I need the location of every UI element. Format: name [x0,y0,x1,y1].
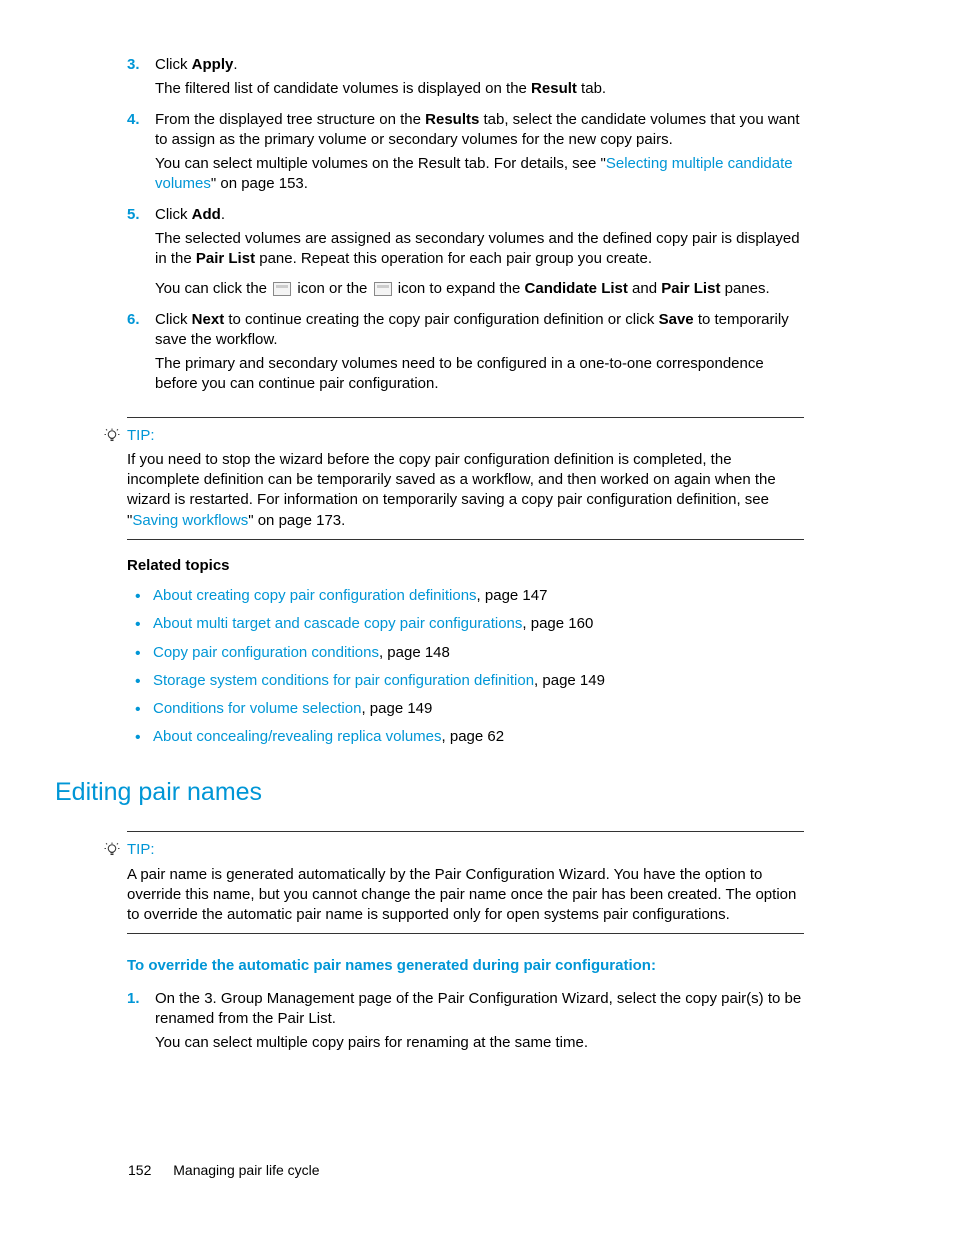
divider [127,933,804,934]
step-detail: The primary and secondary volumes need t… [155,354,804,395]
section-heading-editing-pair-names: Editing pair names [55,776,804,810]
step-number: 6. [127,310,140,330]
tip-block-1: TIP: If you need to stop the wizard befo… [127,417,804,540]
list-item: Conditions for volume selection, page 14… [127,699,804,719]
related-link[interactable]: Storage system conditions for pair confi… [153,672,534,689]
step-6: 6. Click Next to continue creating the c… [127,310,804,395]
page-footer: 152 Managing pair life cycle [128,1161,320,1180]
list-item: Copy pair configuration conditions, page… [127,643,804,663]
step-text: On the 3. Group Management page of the P… [155,990,801,1027]
step-number: 1. [127,989,140,1009]
step-detail: The filtered list of candidate volumes i… [155,79,804,99]
related-link[interactable]: About concealing/revealing replica volum… [153,728,442,745]
expand-icon [273,282,291,296]
step-detail: The selected volumes are assigned as sec… [155,229,804,270]
list-item: Storage system conditions for pair confi… [127,671,804,691]
related-link[interactable]: About creating copy pair configuration d… [153,587,477,604]
list-item: About multi target and cascade copy pair… [127,614,804,634]
step-text: From the displayed tree structure on the… [155,111,800,148]
procedure-title: To override the automatic pair names gen… [127,956,804,976]
step-detail: You can select multiple volumes on the R… [155,154,804,195]
related-link[interactable]: Copy pair configuration conditions [153,644,379,661]
related-link[interactable]: About multi target and cascade copy pair… [153,615,522,632]
step-detail-2: You can click the icon or the icon to ex… [155,279,804,299]
list-item: About creating copy pair configuration d… [127,586,804,606]
chapter-title: Managing pair life cycle [173,1162,319,1178]
step-4: 4. From the displayed tree structure on … [127,110,804,195]
related-title: Related topics [127,556,804,576]
tip-header: TIP: [127,840,804,860]
tip-body: If you need to stop the wizard before th… [127,450,804,531]
step-text: Click Next to continue creating the copy… [155,311,789,348]
lightbulb-icon [103,427,121,445]
tip-label: TIP: [127,426,155,446]
document-page: 3. Click Apply. The filtered list of can… [0,0,954,1235]
lightbulb-icon [103,841,121,859]
step-text: Click Add. [155,206,225,223]
divider [127,417,804,418]
step-1: 1. On the 3. Group Management page of th… [127,989,804,1054]
expand-icon [374,282,392,296]
step-3: 3. Click Apply. The filtered list of can… [127,55,804,100]
step-number: 3. [127,55,140,75]
related-link[interactable]: Conditions for volume selection [153,700,361,717]
tip-header: TIP: [127,426,804,446]
step-detail: You can select multiple copy pairs for r… [155,1033,804,1053]
related-list: About creating copy pair configuration d… [127,586,804,748]
procedure-steps-2: 1. On the 3. Group Management page of th… [127,989,804,1054]
divider [127,539,804,540]
page-number: 152 [128,1162,151,1178]
link-saving-workflows[interactable]: Saving workflows [132,512,248,529]
step-number: 4. [127,110,140,130]
step-number: 5. [127,205,140,225]
step-5: 5. Click Add. The selected volumes are a… [127,205,804,300]
step-text: Click Apply. [155,56,238,73]
divider [127,831,804,832]
tip-body: A pair name is generated automatically b… [127,865,804,926]
procedure-steps-1: 3. Click Apply. The filtered list of can… [127,55,804,395]
tip-block-2: TIP: A pair name is generated automatica… [127,831,804,934]
list-item: About concealing/revealing replica volum… [127,727,804,747]
tip-label: TIP: [127,840,155,860]
related-topics: Related topics About creating copy pair … [127,556,804,748]
